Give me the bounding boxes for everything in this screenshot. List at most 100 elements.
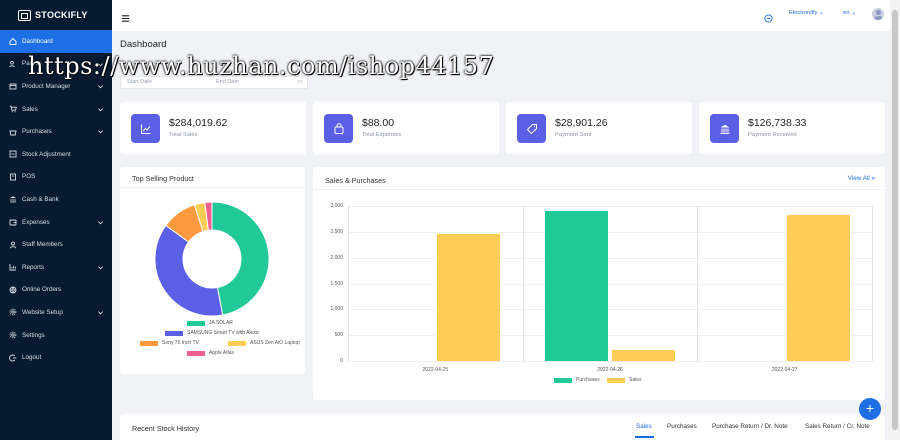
- stat-label: Total Sales: [169, 132, 198, 138]
- logout-icon: [9, 354, 17, 362]
- company-selector[interactable]: Electronifly ⌄: [789, 10, 824, 16]
- bar-sales-2022-04-26[interactable]: [612, 349, 675, 361]
- tab-purchase-return[interactable]: Purchase Return / Dr. Note: [712, 423, 788, 430]
- y-tick-label: 1,500: [330, 280, 343, 287]
- cart-icon: [9, 105, 17, 113]
- bar-sales-2022-04-27[interactable]: [786, 214, 850, 361]
- grid-line: [348, 361, 872, 362]
- legend-item[interactable]: Sales: [607, 377, 642, 383]
- donut-slice-ja-solar[interactable]: [211, 201, 270, 316]
- grid-line: [348, 206, 872, 207]
- legend-label: Purchases: [576, 377, 600, 383]
- help-icon[interactable]: [764, 10, 773, 23]
- legend-swatch: [165, 330, 183, 336]
- sidebar-item-label: Staff Members: [22, 241, 63, 249]
- tab-sales[interactable]: Sales: [636, 423, 652, 430]
- divider: [120, 187, 305, 188]
- grid-line: [872, 206, 873, 361]
- sidebar-item-cash-bank[interactable]: Cash & Bank: [0, 188, 112, 211]
- legend-item[interactable]: Sony 75 Inch TV: [140, 340, 199, 346]
- grid-line: [697, 206, 699, 361]
- sidebar-item-sales[interactable]: Sales: [0, 98, 112, 121]
- sidebar-item-staff-members[interactable]: Staff Members: [0, 233, 112, 256]
- sidebar-item-label: Expenses: [22, 218, 50, 226]
- y-tick-label: 2,500: [330, 228, 343, 235]
- sidebar-item-logout[interactable]: Logout: [0, 346, 112, 369]
- sidebar-item-label: Reports: [22, 263, 45, 271]
- sidebar-item-settings[interactable]: Settings: [0, 324, 112, 347]
- sidebar-item-reports[interactable]: Reports: [0, 256, 112, 279]
- add-fab-button[interactable]: +: [859, 398, 881, 420]
- legend-item[interactable]: SAMSUNG Smart TV with Alexa: [165, 330, 259, 336]
- sidebar-item-label: Logout: [22, 354, 42, 362]
- avatar[interactable]: [872, 8, 884, 20]
- scrollbar-thumb[interactable]: [892, 10, 898, 430]
- divider: [313, 189, 885, 190]
- sidebar-item-label: POS: [22, 173, 36, 181]
- chevron-down-icon: [97, 106, 104, 113]
- tag-icon: [517, 114, 546, 143]
- legend-swatch: [228, 340, 246, 346]
- wallet-icon: [9, 218, 17, 226]
- stat-label: Payment Received: [748, 132, 797, 138]
- legend-item[interactable]: Apple Atlas: [187, 350, 234, 356]
- sidebar-item-label: Online Orders: [22, 286, 62, 294]
- chevron-down-icon: ⌄: [851, 10, 856, 16]
- x-tick-label: 2022-04-25: [422, 367, 449, 373]
- language-selector[interactable]: en ⌄: [843, 10, 856, 16]
- view-all-link[interactable]: View All »: [848, 175, 875, 182]
- basket-icon: [9, 128, 17, 136]
- grid-line: [522, 206, 524, 361]
- sidebar-item-label: Stock Adjustment: [22, 150, 71, 158]
- sidebar-item-expenses[interactable]: Expenses: [0, 211, 112, 234]
- y-tick-label: 2,000: [330, 254, 343, 261]
- legend-swatch: [607, 377, 625, 383]
- legend-label: Sony 75 Inch TV: [162, 340, 199, 346]
- users-icon: [9, 60, 17, 68]
- chevron-down-icon: [97, 264, 104, 271]
- sidebar-item-label: Purchases: [22, 128, 52, 136]
- sidebar-item-purchases[interactable]: Purchases: [0, 120, 112, 143]
- bar-plot-area: [348, 206, 873, 362]
- sidebar-item-pos[interactable]: POS: [0, 166, 112, 189]
- tab-sales-return[interactable]: Sales Return / Cr. Note: [805, 423, 870, 430]
- stat-value: $284,019.62: [169, 117, 228, 129]
- page-title: Dashboard: [120, 39, 167, 50]
- brand-logo[interactable]: STOCKIFLY: [0, 0, 112, 30]
- sidebar-item-label: Product Manager: [22, 82, 71, 90]
- stat-card-payment-received: $126,738.33 Payment Received: [699, 102, 885, 154]
- top-bar: Electronifly ⌄ en ⌄: [112, 0, 890, 31]
- legend-swatch: [187, 350, 205, 356]
- scrollbar[interactable]: [890, 0, 900, 440]
- sidebar-item-website-setup[interactable]: Website Setup: [0, 301, 112, 324]
- y-tick-label: 0: [340, 358, 343, 364]
- double-chevron-right-icon: »: [871, 175, 875, 182]
- sidebar-item-online-orders[interactable]: Online Orders: [0, 279, 112, 302]
- y-tick-label: 500: [334, 332, 343, 339]
- menu-toggle-icon[interactable]: [121, 10, 130, 22]
- x-tick-label: 2022-04-27: [771, 367, 798, 373]
- legend-item[interactable]: Purchases: [554, 377, 600, 383]
- y-tick-label: 1,000: [330, 306, 343, 313]
- legend-item[interactable]: JA SOLAR: [187, 320, 233, 326]
- bar-purchases-2022-04-26[interactable]: [545, 211, 608, 361]
- legend-label: SAMSUNG Smart TV with Alexa: [187, 330, 259, 336]
- chevron-down-icon: [97, 128, 104, 135]
- bag-icon: [324, 114, 353, 143]
- chevron-down-icon: [97, 219, 104, 226]
- stat-card-payment-sent: $28,901.26 Payment Sent: [506, 102, 692, 154]
- bar-sales-2022-04-25[interactable]: [437, 233, 501, 361]
- stat-value: $88.00: [362, 117, 395, 129]
- legend-label: Apple Atlas: [209, 350, 235, 356]
- sidebar-item-label: Cash & Bank: [22, 195, 59, 203]
- y-tick-label: 3,000: [330, 203, 343, 209]
- card-title: Sales & Purchases: [325, 176, 386, 185]
- stat-label: Payment Sent: [555, 132, 592, 138]
- adjust-icon: [9, 150, 17, 158]
- sidebar-item-dashboard[interactable]: Dashboard: [0, 30, 112, 53]
- legend-item[interactable]: ASUS Zen AiO Laptop: [228, 340, 300, 346]
- sidebar-item-label: Website Setup: [22, 308, 63, 316]
- legend-swatch: [554, 377, 572, 383]
- sidebar-item-stock-adjustment[interactable]: Stock Adjustment: [0, 143, 112, 166]
- tab-purchases[interactable]: Purchases: [667, 423, 697, 430]
